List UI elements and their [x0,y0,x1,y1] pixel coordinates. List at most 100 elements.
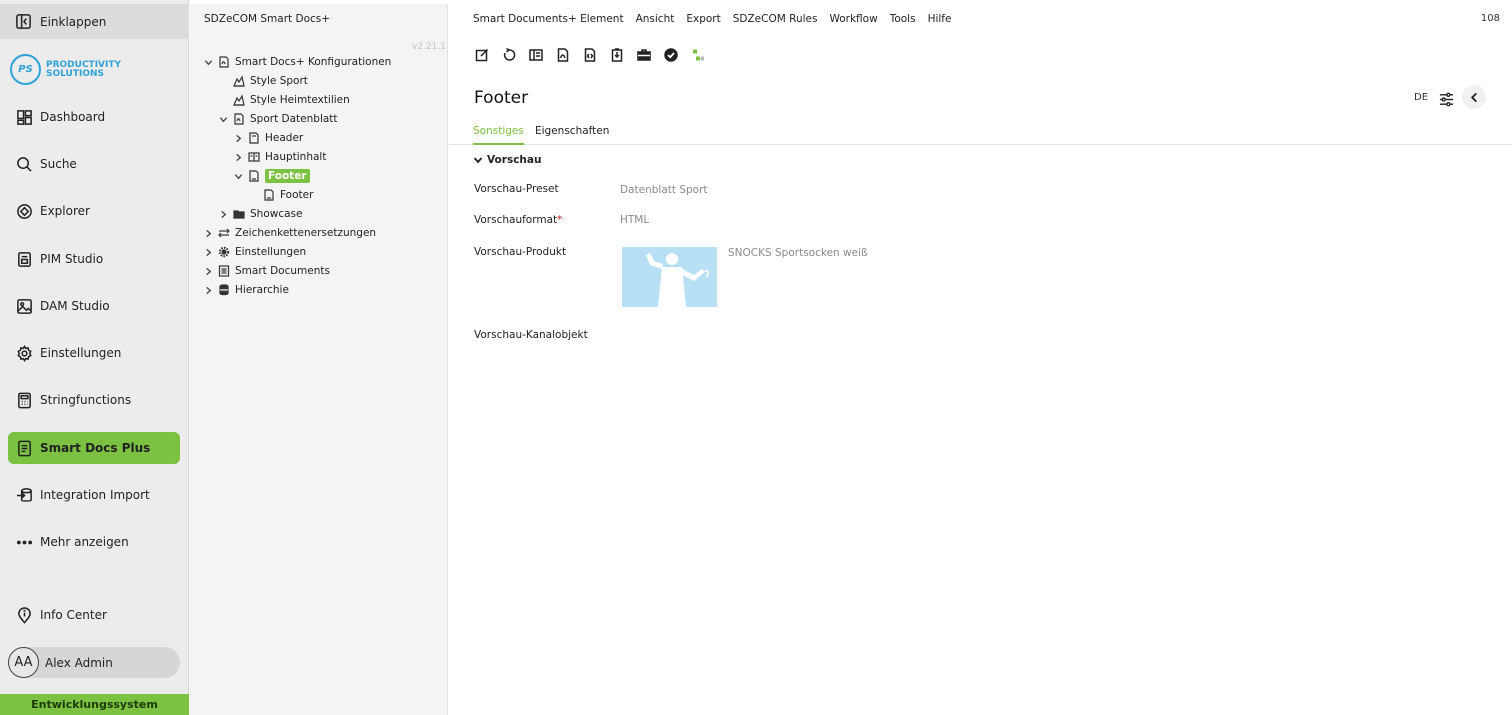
nav-explorer[interactable]: Explorer [8,195,180,227]
tab-bar: Sonstiges Eigenschaften [449,122,1512,145]
tree-node-hierarchie[interactable]: Hierarchie [202,281,289,299]
tab-sonstiges[interactable]: Sonstiges [473,125,524,145]
logo-line-2: SOLUTIONS [46,68,105,79]
menu-smart-documents-element[interactable]: Smart Documents+ Element [473,13,624,25]
export-document-icon[interactable] [609,47,624,62]
left-navigation: Einklappen PS PRODUCTIVITY SOLUTIONS Das… [0,0,189,715]
tree-node-einstellungen[interactable]: Einstellungen [202,243,306,261]
nav-dam-studio[interactable]: DAM Studio [8,290,180,322]
dashboard-icon [15,108,33,126]
toolbar [474,47,705,62]
search-icon [15,155,33,173]
object-count: 108 [1480,13,1500,24]
value-vorschauformat[interactable]: HTML [620,214,649,226]
document-icon [15,439,33,457]
menu-hilfe[interactable]: Hilfe [928,13,952,25]
menubar: Smart Documents+ Element Ansicht Export … [473,13,951,25]
language-selector[interactable]: DE [1414,92,1428,103]
menu-sdzecom-rules[interactable]: SDZeCOM Rules [733,13,818,25]
section-vorschau[interactable]: Vorschau [473,154,541,166]
chevron-down-icon [473,157,483,164]
value-vorschau-produkt[interactable]: SNOCKS Sportsocken weiß [728,247,868,259]
chevron-right-icon[interactable] [202,246,214,258]
productivity-solutions-logo: PS PRODUCTIVITY SOLUTIONS [10,54,121,85]
value-vorschau-preset[interactable]: Datenblatt Sport [620,184,708,196]
label-vorschau-preset: Vorschau-Preset [474,183,559,195]
workflow-icon[interactable] [690,47,705,62]
menu-workflow[interactable]: Workflow [829,13,877,25]
sliders-icon[interactable] [1437,90,1455,108]
nav-stringfunctions[interactable]: Stringfunctions [8,384,180,416]
tab-eigenschaften[interactable]: Eigenschaften [535,125,609,143]
pim-icon [15,250,33,268]
collapse-panel-button[interactable] [1462,85,1486,109]
chevron-down-icon[interactable] [217,113,229,125]
style-icon [232,75,245,88]
info-pin-icon [15,606,33,624]
tree-node-style-sport[interactable]: Style Sport [232,72,308,90]
menu-tools[interactable]: Tools [890,13,916,25]
pdf-icon[interactable] [555,47,570,62]
chevron-right-icon[interactable] [232,151,244,163]
tree-node-hauptinhalt[interactable]: Hauptinhalt [232,148,326,166]
sidebar-collapse-icon [15,13,33,31]
page-title: Footer [474,88,529,108]
tree-node-showcase[interactable]: Showcase [217,205,302,223]
menu-ansicht[interactable]: Ansicht [636,13,675,25]
nav-pim-studio[interactable]: PIM Studio [8,243,180,275]
tree-panel: SDZeCOM Smart Docs+ v2.21.1 Smart Docs+ … [190,4,448,715]
chevron-right-icon[interactable] [202,265,214,277]
nav-integration-import[interactable]: Integration Import [8,479,180,511]
more-icon [15,533,33,551]
label-vorschauformat: Vorschauformat* [474,214,563,226]
nav-search[interactable]: Suche [8,148,180,180]
check-circle-icon[interactable] [663,47,678,62]
main-content: Smart Documents+ Element Ansicht Export … [449,4,1512,715]
preview-icon[interactable] [528,47,543,62]
chevron-right-icon[interactable] [217,208,229,220]
list-document-icon [217,265,230,278]
required-marker: * [557,214,563,226]
chevron-right-icon[interactable] [202,284,214,296]
nav-dashboard[interactable]: Dashboard [8,101,180,133]
database-icon [217,284,230,297]
chevron-down-icon[interactable] [202,56,214,68]
style-icon [232,94,245,107]
label-vorschau-kanalobjekt: Vorschau-Kanalobjekt [474,329,588,341]
label-vorschau-produkt: Vorschau-Produkt [474,246,567,258]
nav-more[interactable]: Mehr anzeigen [8,526,180,558]
tree-node-footer-child[interactable]: Footer [262,186,313,204]
calculator-icon [15,391,33,409]
menu-export[interactable]: Export [686,13,720,25]
briefcase-icon[interactable] [636,47,651,62]
tree-node-header[interactable]: Header [232,129,303,147]
logo-badge: PS [10,54,41,85]
tree-node-zeichenkettenersetzungen[interactable]: Zeichenkettenersetzungen [202,224,376,242]
footer-section-icon [247,170,260,183]
tree-node-footer-selected[interactable]: Footer [232,167,310,185]
user-name: Alex Admin [45,655,113,670]
nav-einstellungen[interactable]: Einstellungen [8,337,180,369]
collapse-label: Einklappen [40,14,107,29]
header-section-icon [247,132,260,145]
gear-icon [217,246,230,259]
gear-icon [15,344,33,362]
product-thumbnail[interactable] [622,247,717,307]
nav-info-center[interactable]: Info Center [8,599,180,631]
chevron-right-icon[interactable] [202,227,214,239]
html-code-icon[interactable] [582,47,597,62]
tree-node-sport-datenblatt[interactable]: Sport Datenblatt [217,110,338,128]
tree-node-smart-documents[interactable]: Smart Documents [202,262,330,280]
tree-node-configurations[interactable]: Smart Docs+ Konfigurationen [202,53,391,71]
chevron-down-icon[interactable] [232,170,244,182]
edit-icon[interactable] [474,47,489,62]
pdf-document-icon [217,56,230,69]
nav-smart-docs-plus[interactable]: Smart Docs Plus [8,432,180,464]
footer-section-icon [262,189,275,202]
chevron-left-icon [1470,92,1477,102]
chevron-right-icon[interactable] [232,132,244,144]
user-menu[interactable]: AA Alex Admin [8,647,180,678]
collapse-nav-button[interactable]: Einklappen [0,4,189,39]
reload-icon[interactable] [501,47,516,62]
tree-node-style-heimtextilien[interactable]: Style Heimtextilien [232,91,350,109]
